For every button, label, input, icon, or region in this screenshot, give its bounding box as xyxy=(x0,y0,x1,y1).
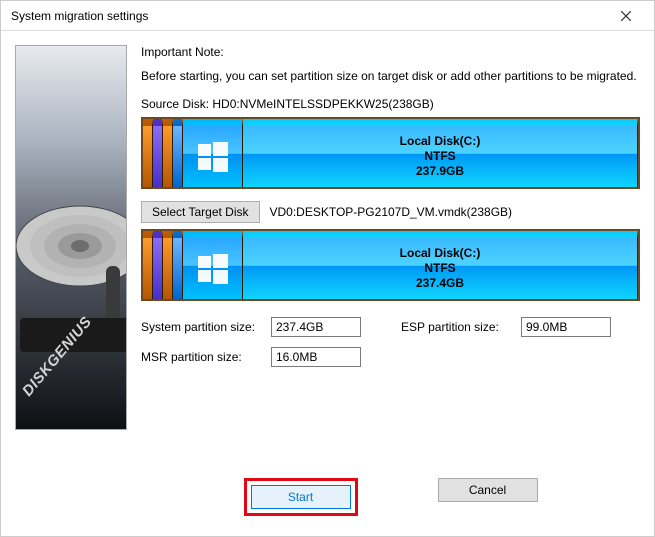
partition-segment xyxy=(153,231,163,299)
system-size-label: System partition size: xyxy=(141,320,271,334)
content-area: DISKGENIUS Important Note: Before starti… xyxy=(1,31,654,536)
close-icon xyxy=(621,11,631,21)
source-disk-bar[interactable]: Local Disk(C:) NTFS 237.9GB xyxy=(141,117,640,189)
close-button[interactable] xyxy=(606,1,646,30)
partition-fs: NTFS xyxy=(424,149,455,164)
note-title: Important Note: xyxy=(141,45,640,59)
target-row: Select Target Disk VD0:DESKTOP-PG2107D_V… xyxy=(141,201,640,223)
partition-segment xyxy=(143,119,153,187)
target-main-partition: Local Disk(C:) NTFS 237.4GB xyxy=(243,231,638,299)
msr-size-input[interactable] xyxy=(271,347,361,367)
partition-size: 237.4GB xyxy=(416,276,464,291)
partition-segment xyxy=(173,119,183,187)
source-disk-label: Source Disk: HD0:NVMeINTELSSDPEKKW25(238… xyxy=(141,97,640,111)
window-title: System migration settings xyxy=(11,9,606,23)
partition-segment xyxy=(163,231,173,299)
partition-segment xyxy=(163,119,173,187)
titlebar: System migration settings xyxy=(1,1,654,31)
partition-fs: NTFS xyxy=(424,261,455,276)
sidebar-image: DISKGENIUS xyxy=(15,45,127,430)
windows-icon xyxy=(196,252,230,286)
cancel-button[interactable]: Cancel xyxy=(438,478,538,502)
esp-size-label: ESP partition size: xyxy=(401,320,521,334)
partition-segment xyxy=(173,231,183,299)
start-highlight: Start xyxy=(244,478,358,516)
target-disk-bar[interactable]: Local Disk(C:) NTFS 237.4GB xyxy=(141,229,640,301)
note-text: Before starting, you can set partition s… xyxy=(141,69,640,83)
system-size-input[interactable] xyxy=(271,317,361,337)
size-fields: System partition size: ESP partition siz… xyxy=(141,317,640,367)
windows-partition-icon xyxy=(183,231,243,299)
source-main-partition: Local Disk(C:) NTFS 237.9GB xyxy=(243,119,638,187)
partition-size: 237.9GB xyxy=(416,164,464,179)
target-disk-label: VD0:DESKTOP-PG2107D_VM.vmdk(238GB) xyxy=(270,205,513,219)
windows-partition-icon xyxy=(183,119,243,187)
msr-size-label: MSR partition size: xyxy=(141,350,271,364)
select-target-button[interactable]: Select Target Disk xyxy=(141,201,260,223)
start-button[interactable]: Start xyxy=(251,485,351,509)
main-panel: Important Note: Before starting, you can… xyxy=(127,45,640,524)
partition-name: Local Disk(C:) xyxy=(400,246,481,261)
partition-segment xyxy=(153,119,163,187)
windows-icon xyxy=(196,140,230,174)
esp-size-input[interactable] xyxy=(521,317,611,337)
partition-segment xyxy=(143,231,153,299)
partition-name: Local Disk(C:) xyxy=(400,134,481,149)
dialog-buttons: Start Cancel xyxy=(141,478,640,524)
